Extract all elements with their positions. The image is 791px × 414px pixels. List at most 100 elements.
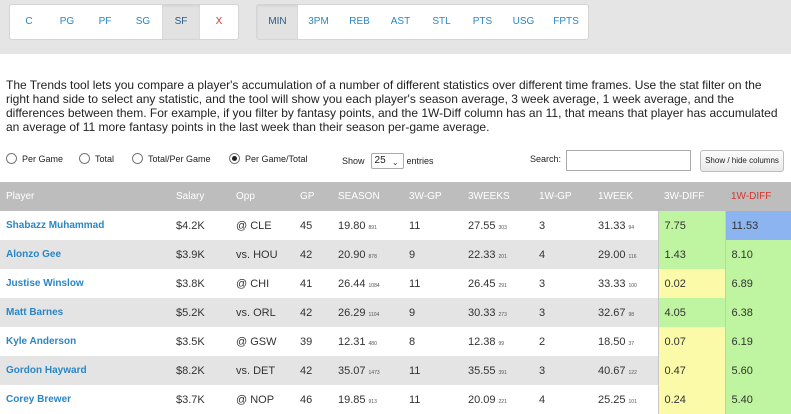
radio-per-game-total[interactable] xyxy=(229,153,240,164)
stat-button-min[interactable]: MIN xyxy=(257,5,298,39)
column-header-3w-diff[interactable]: 3W-DIFF xyxy=(658,182,725,211)
filter-bar: C PG PF SG SF X MIN 3PM REB AST STL PTS … xyxy=(0,0,791,54)
radio-total-per-game[interactable] xyxy=(132,153,143,164)
column-header-1w-diff[interactable]: 1W-DIFF xyxy=(725,182,791,211)
column-header-salary[interactable]: Salary xyxy=(170,182,230,211)
view-option-total-per-game[interactable]: Total/Per Game xyxy=(132,153,211,164)
column-header-3w-gp[interactable]: 3W-GP xyxy=(403,182,462,211)
opponent-cell-value: @ GSW xyxy=(236,335,277,348)
player-name-value: Matt Barnes xyxy=(6,307,64,318)
salary-cell: $5.2K xyxy=(170,298,230,327)
entries-select[interactable]: 25 ⌄ xyxy=(370,153,404,169)
diff-1w-cell-value: 11.53 xyxy=(731,219,759,232)
view-option-total[interactable]: Total xyxy=(79,153,114,164)
view-option-label: Total/Per Game xyxy=(148,153,211,164)
avg-3weeks-cell: 35.55 391 xyxy=(462,356,533,385)
radio-per-game[interactable] xyxy=(6,153,17,164)
games-3w-cell-value: 9 xyxy=(409,306,416,319)
avg-1week-cell-value: 18.50 xyxy=(598,335,626,348)
opponent-cell: @ CLE xyxy=(230,211,294,240)
column-header-3weeks[interactable]: 3WEEKS xyxy=(462,182,533,211)
games-3w-cell-value: 11 xyxy=(409,393,421,406)
salary-cell-value: $3.9K xyxy=(176,248,205,261)
salary-cell: $3.8K xyxy=(170,269,230,298)
stat-button-reb[interactable]: REB xyxy=(339,5,380,39)
clear-position-button[interactable]: X xyxy=(200,5,238,39)
avg-1week-cell-total: 122 xyxy=(628,369,637,376)
diff-3w-cell: 7.75 xyxy=(657,211,725,240)
games-3w-cell-value: 11 xyxy=(409,364,421,377)
position-button-pf[interactable]: PF xyxy=(86,5,124,39)
player-name[interactable]: Alonzo Gee xyxy=(0,240,170,269)
stat-button-3pm[interactable]: 3PM xyxy=(298,5,339,39)
avg-3weeks-cell-total: 291 xyxy=(498,282,507,289)
games-1w-cell: 3 xyxy=(533,298,592,327)
diff-1w-cell: 6.38 xyxy=(724,298,791,327)
diff-1w-cell-value: 6.19 xyxy=(731,335,753,348)
games-played-cell-value: 42 xyxy=(300,364,313,377)
stat-button-usg[interactable]: USG xyxy=(503,5,544,39)
stat-button-stl[interactable]: STL xyxy=(421,5,462,39)
games-played-cell: 42 xyxy=(294,356,332,385)
season-avg-cell-total: 891 xyxy=(368,224,377,231)
avg-1week-cell: 40.67 122 xyxy=(592,356,658,385)
stat-button-pts[interactable]: PTS xyxy=(462,5,503,39)
column-header-gp[interactable]: GP xyxy=(294,182,332,211)
season-avg-cell-value: 19.85 xyxy=(338,393,366,406)
column-header-season[interactable]: SEASON xyxy=(332,182,403,211)
view-option-label: Per Game/Total xyxy=(245,153,308,164)
games-3w-cell: 11 xyxy=(403,356,462,385)
avg-1week-cell: 33.33 100 xyxy=(592,269,658,298)
avg-1week-cell-total: 98 xyxy=(628,311,635,318)
diff-1w-cell: 5.40 xyxy=(724,385,791,414)
show-label: Show xyxy=(342,156,365,166)
player-name-value: Gordon Hayward xyxy=(6,365,87,376)
diff-3w-cell: 0.24 xyxy=(657,385,725,414)
radio-total[interactable] xyxy=(79,153,90,164)
avg-1week-cell: 32.67 98 xyxy=(592,298,658,327)
games-1w-cell-value: 4 xyxy=(539,393,546,406)
player-name[interactable]: Corey Brewer xyxy=(0,385,170,414)
avg-1week-cell: 29.00 116 xyxy=(592,240,658,269)
position-button-sf[interactable]: SF xyxy=(162,5,200,39)
search-input[interactable] xyxy=(566,150,691,171)
chevron-down-icon: ⌄ xyxy=(391,158,399,167)
avg-3weeks-cell-value: 27.55 xyxy=(468,219,496,232)
player-name[interactable]: Shabazz Muhammad xyxy=(0,211,170,240)
games-3w-cell: 11 xyxy=(403,211,462,240)
position-button-sg[interactable]: SG xyxy=(124,5,162,39)
player-name[interactable]: Justise Winslow xyxy=(0,269,170,298)
column-header-1week[interactable]: 1WEEK xyxy=(592,182,658,211)
stat-button-ast[interactable]: AST xyxy=(380,5,421,39)
column-header-opp[interactable]: Opp xyxy=(230,182,294,211)
stat-button-fpts[interactable]: FPTS xyxy=(544,5,588,39)
player-name[interactable]: Kyle Anderson xyxy=(0,327,170,356)
diff-3w-cell: 4.05 xyxy=(657,298,725,327)
season-avg-cell: 12.31 480 xyxy=(332,327,403,356)
diff-3w-cell-value: 1.43 xyxy=(664,248,686,261)
diff-3w-cell-value: 4.05 xyxy=(664,306,686,319)
show-hide-columns-button[interactable]: Show / hide columns xyxy=(700,150,784,172)
opponent-cell-value: @ NOP xyxy=(236,393,275,406)
position-button-pg[interactable]: PG xyxy=(48,5,86,39)
table-row: Shabazz Muhammad $4.2K @ CLE 45 19.80 891 11 27… xyxy=(0,211,791,240)
avg-1week-cell: 31.33 94 xyxy=(592,211,658,240)
view-option-per-game[interactable]: Per Game xyxy=(6,153,63,164)
column-header-1w-gp[interactable]: 1W-GP xyxy=(533,182,592,211)
view-option-per-game-total[interactable]: Per Game/Total xyxy=(229,153,308,164)
avg-1week-cell-total: 101 xyxy=(628,398,637,405)
entries-suffix: entries xyxy=(406,156,434,166)
games-1w-cell: 4 xyxy=(533,240,592,269)
avg-3weeks-cell-value: 20.09 xyxy=(468,393,496,406)
season-avg-cell-total: 1473 xyxy=(368,369,380,376)
column-header-player[interactable]: Player xyxy=(0,182,170,211)
season-avg-cell: 19.85 913 xyxy=(332,385,403,414)
player-name[interactable]: Matt Barnes xyxy=(0,298,170,327)
table-row: Matt Barnes $5.2K vs. ORL 42 26.29 1104 9 30.33… xyxy=(0,298,791,327)
player-name[interactable]: Gordon Hayward xyxy=(0,356,170,385)
position-button-c[interactable]: C xyxy=(10,5,48,39)
games-3w-cell-value: 11 xyxy=(409,219,421,232)
avg-3weeks-cell-value: 30.33 xyxy=(468,306,496,319)
view-option-label: Total xyxy=(95,153,115,164)
player-name-value: Corey Brewer xyxy=(6,394,72,405)
